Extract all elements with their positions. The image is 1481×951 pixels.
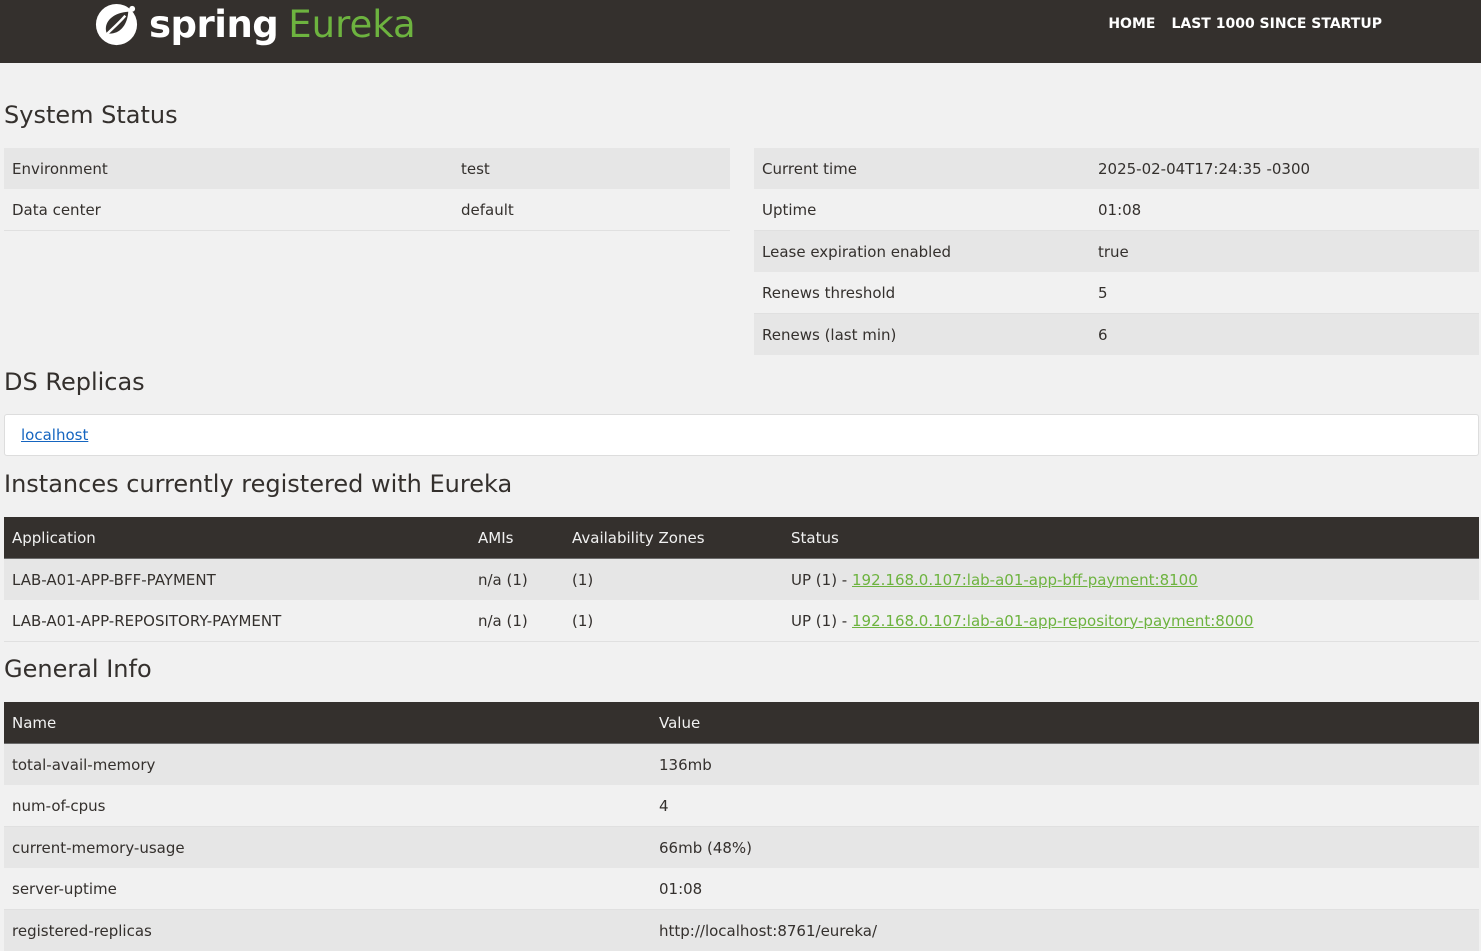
table-row: LAB-A01-APP-REPOSITORY-PAYMENT n/a (1) (… (4, 600, 1479, 642)
status-label: Current time (754, 148, 1090, 189)
nav-home-link[interactable]: HOME (1108, 16, 1155, 32)
info-value: 4 (651, 785, 1479, 827)
nav-last-1000-link[interactable]: LAST 1000 SINCE STARTUP (1171, 16, 1382, 32)
column-header-status: Status (783, 517, 1479, 559)
instance-status-link[interactable]: 192.168.0.107:lab-a01-app-repository-pay… (852, 612, 1253, 630)
table-row: Lease expiration enabled true (754, 231, 1479, 273)
replica-link-localhost[interactable]: localhost (21, 426, 88, 444)
status-label: Uptime (754, 189, 1090, 231)
table-row: Environment test (4, 148, 730, 189)
system-status-left-table: Environment test Data center default (4, 148, 730, 231)
status-value: 5 (1090, 272, 1479, 314)
table-row: Current time 2025-02-04T17:24:35 -0300 (754, 148, 1479, 189)
status-prefix: UP (1) - (791, 612, 852, 630)
table-row: LAB-A01-APP-BFF-PAYMENT n/a (1) (1) UP (… (4, 559, 1479, 601)
status-value: 6 (1090, 314, 1479, 356)
info-name: num-of-cpus (4, 785, 651, 827)
instance-amis: n/a (1) (470, 559, 564, 601)
column-header-application: Application (4, 517, 470, 559)
system-status-heading: System Status (4, 101, 178, 129)
instance-status: UP (1) - 192.168.0.107:lab-a01-app-repos… (783, 600, 1479, 642)
table-row: num-of-cpus 4 (4, 785, 1479, 827)
table-row: Data center default (4, 189, 730, 231)
info-value: 136mb (651, 744, 1479, 786)
column-header-name: Name (4, 702, 651, 744)
table-header-row: Application AMIs Availability Zones Stat… (4, 517, 1479, 559)
table-row: total-avail-memory 136mb (4, 744, 1479, 786)
top-navbar: spring Eureka HOME LAST 1000 SINCE START… (0, 0, 1481, 63)
info-name: server-uptime (4, 868, 651, 910)
instance-amis: n/a (1) (470, 600, 564, 642)
table-row: Renews (last min) 6 (754, 314, 1479, 356)
column-header-availability-zones: Availability Zones (564, 517, 783, 559)
instances-table: Application AMIs Availability Zones Stat… (4, 517, 1479, 642)
status-value: 01:08 (1090, 189, 1479, 231)
column-header-amis: AMIs (470, 517, 564, 559)
status-label: Renews threshold (754, 272, 1090, 314)
instance-status: UP (1) - 192.168.0.107:lab-a01-app-bff-p… (783, 559, 1479, 601)
status-value: test (453, 148, 730, 189)
ds-replicas-heading: DS Replicas (4, 368, 145, 396)
table-row: current-memory-usage 66mb (48%) (4, 827, 1479, 869)
brand-logo[interactable]: spring Eureka (93, 0, 416, 48)
status-label: Environment (4, 148, 453, 189)
status-value: 2025-02-04T17:24:35 -0300 (1090, 148, 1479, 189)
info-value: 01:08 (651, 868, 1479, 910)
system-status-right-table: Current time 2025-02-04T17:24:35 -0300 U… (754, 148, 1479, 355)
ds-replicas-list: localhost (4, 414, 1479, 456)
instance-app-name: LAB-A01-APP-BFF-PAYMENT (4, 559, 470, 601)
info-value: 66mb (48%) (651, 827, 1479, 869)
instances-heading: Instances currently registered with Eure… (4, 470, 512, 498)
brand-spring-text: spring (149, 3, 278, 46)
brand-eureka-text: Eureka (288, 3, 415, 46)
info-name: total-avail-memory (4, 744, 651, 786)
info-name: current-memory-usage (4, 827, 651, 869)
general-info-heading: General Info (4, 655, 152, 683)
status-value: true (1090, 231, 1479, 273)
table-row: server-uptime 01:08 (4, 868, 1479, 910)
general-info-table: Name Value total-avail-memory 136mb num-… (4, 702, 1479, 951)
column-header-value: Value (651, 702, 1479, 744)
instance-app-name: LAB-A01-APP-REPOSITORY-PAYMENT (4, 600, 470, 642)
status-label: Lease expiration enabled (754, 231, 1090, 273)
status-value: default (453, 189, 730, 231)
table-header-row: Name Value (4, 702, 1479, 744)
status-prefix: UP (1) - (791, 571, 852, 589)
instance-zones: (1) (564, 600, 783, 642)
table-row: Renews threshold 5 (754, 272, 1479, 314)
nav-links: HOME LAST 1000 SINCE STARTUP (1108, 16, 1382, 32)
instance-status-link[interactable]: 192.168.0.107:lab-a01-app-bff-payment:81… (852, 571, 1198, 589)
table-row: Uptime 01:08 (754, 189, 1479, 231)
status-label: Data center (4, 189, 453, 231)
status-label: Renews (last min) (754, 314, 1090, 356)
spring-leaf-logo-icon (93, 1, 140, 48)
instance-zones: (1) (564, 559, 783, 601)
